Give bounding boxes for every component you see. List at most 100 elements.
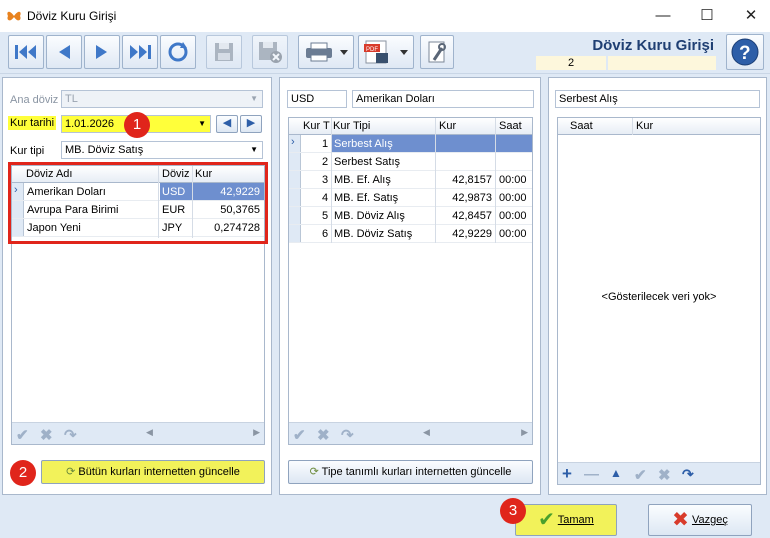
left-arrow-icon: ◀	[222, 117, 232, 129]
row-indicator	[289, 153, 301, 170]
window-title: Döviz Kuru Girişi	[27, 9, 117, 23]
refresh-icon: ⟳	[66, 466, 76, 478]
kur-tipi-value: MB. Döviz Satış	[65, 144, 144, 156]
kur-tarihi-label: Kur tarihi	[8, 116, 57, 130]
column-divider	[495, 118, 496, 243]
cell: MB. Döviz Satış	[334, 228, 413, 240]
settings-button[interactable]	[420, 35, 454, 69]
cell: 1	[322, 138, 329, 150]
pdf-export-icon: PDF	[364, 40, 408, 64]
first-icon	[15, 45, 36, 59]
callout-badge-2: 2	[10, 460, 36, 486]
svg-text:PDF: PDF	[366, 47, 378, 53]
ana-doviz-select[interactable]: TL ▼	[61, 90, 263, 108]
grid-navigator: ✔ ✖ ↷ ◀ ▶	[12, 422, 264, 444]
refresh-button[interactable]	[160, 35, 196, 69]
highlight-box	[8, 162, 268, 244]
close-button[interactable]: ✕	[728, 0, 770, 31]
ok-button[interactable]: ✔ Tamam	[515, 504, 617, 536]
help-button[interactable]: ?	[726, 34, 764, 70]
cell: 00:00	[499, 174, 527, 186]
next-date-button[interactable]: ▶	[240, 115, 262, 133]
butterfly-icon	[7, 11, 21, 21]
check-icon[interactable]: ✔	[16, 426, 29, 444]
cell: MB. Ef. Satış	[334, 192, 399, 204]
scroll-left-icon[interactable]: ◀	[423, 427, 430, 438]
cancel-icon[interactable]: ✖	[317, 426, 330, 444]
cell: 5	[322, 210, 329, 222]
cell: 00:00	[499, 192, 527, 204]
ok-label: Tamam	[557, 514, 594, 526]
currency-name-field[interactable]: Amerikan Doları	[352, 90, 534, 108]
update-type-rates-button[interactable]: ⟳ Tipe tanımlı kurları internetten günce…	[288, 460, 533, 484]
record-info-field	[608, 56, 716, 70]
previous-date-button[interactable]: ◀	[216, 115, 238, 133]
redo-icon[interactable]: ↷	[64, 426, 77, 444]
refresh-icon	[168, 42, 188, 62]
cell: 00:00	[499, 228, 527, 240]
column-header: Saat	[499, 120, 522, 132]
next-record-button[interactable]	[84, 35, 120, 69]
last-record-button[interactable]	[122, 35, 158, 69]
remove-icon[interactable]: —	[584, 466, 599, 483]
callout-badge-3: 3	[500, 498, 526, 524]
cell: 6	[322, 228, 329, 240]
floppy-delete-icon	[259, 42, 282, 63]
middle-panel: USD Amerikan Doları Kur T Kur Tipi Kur S…	[279, 77, 541, 495]
chevron-down-icon: ▼	[250, 145, 258, 154]
check-icon[interactable]: ✔	[293, 426, 306, 444]
cell: 42,8457	[452, 210, 492, 222]
document-wrench-icon	[428, 41, 446, 63]
cell: 00:00	[499, 210, 527, 222]
ana-doviz-value: TL	[65, 93, 78, 105]
add-icon[interactable]: +	[562, 464, 572, 484]
scroll-right-icon[interactable]: ▶	[521, 427, 528, 438]
grid-header: Saat Kur	[558, 118, 760, 135]
scroll-right-icon[interactable]: ▶	[253, 427, 260, 438]
update-all-rates-button[interactable]: ⟳ Bütün kurları internetten güncelle	[41, 460, 265, 484]
move-up-icon[interactable]: ▲	[610, 466, 622, 480]
currency-code-field[interactable]: USD	[287, 90, 347, 108]
redo-icon[interactable]: ↷	[341, 426, 354, 444]
update-type-rates-label: Tipe tanımlı kurları internetten güncell…	[321, 466, 512, 478]
cancel-icon[interactable]: ✖	[658, 466, 671, 484]
check-icon[interactable]: ✔	[634, 466, 647, 484]
record-number: 2	[536, 56, 606, 70]
column-header: Kur	[636, 120, 654, 132]
next-icon	[96, 45, 107, 59]
minimize-button[interactable]: —	[640, 0, 686, 31]
row-indicator	[289, 207, 301, 224]
cell: MB. Döviz Alış	[334, 210, 405, 222]
grid-navigator: ✔ ✖ ↷ ◀ ▶	[289, 422, 532, 444]
rate-history-grid: Saat Kur <Gösterilecek veri yok> + — ▲ ✔…	[557, 117, 761, 485]
export-pdf-button[interactable]: PDF	[358, 35, 414, 69]
maximize-button[interactable]: ☐	[684, 0, 730, 31]
cancel-button[interactable]: ✖ Vazgeç	[648, 504, 752, 536]
app-heading: Döviz Kuru Girişi	[592, 37, 714, 54]
column-header: Kur T	[303, 120, 330, 132]
column-header: Kur Tipi	[333, 120, 371, 132]
kur-tarihi-value: 1.01.2026	[65, 118, 114, 130]
cell: Serbest Alış	[334, 138, 393, 150]
print-button[interactable]	[298, 35, 354, 69]
rate-type-grid: Kur T Kur Tipi Kur Saat › 1 Serbest Alış…	[288, 117, 533, 445]
row-indicator-icon: ›	[289, 135, 301, 152]
row-indicator	[289, 225, 301, 242]
cancel-label: Vazgeç	[691, 514, 728, 526]
cell: Serbest Satış	[334, 156, 401, 168]
rate-type-title-field[interactable]: Serbest Alış	[555, 90, 760, 108]
last-icon	[130, 45, 151, 59]
previous-icon	[59, 45, 70, 59]
previous-record-button[interactable]	[46, 35, 82, 69]
column-divider	[331, 118, 332, 243]
refresh-icon: ⟳	[309, 466, 319, 478]
save-button[interactable]	[206, 35, 242, 69]
kur-tipi-select[interactable]: MB. Döviz Satış ▼	[61, 141, 263, 159]
scroll-left-icon[interactable]: ◀	[146, 427, 153, 438]
column-divider	[435, 118, 436, 243]
first-record-button[interactable]	[8, 35, 44, 69]
cell: 42,8157	[452, 174, 492, 186]
delete-button[interactable]	[252, 35, 288, 69]
redo-icon[interactable]: ↷	[682, 466, 694, 483]
cancel-icon[interactable]: ✖	[40, 426, 53, 444]
